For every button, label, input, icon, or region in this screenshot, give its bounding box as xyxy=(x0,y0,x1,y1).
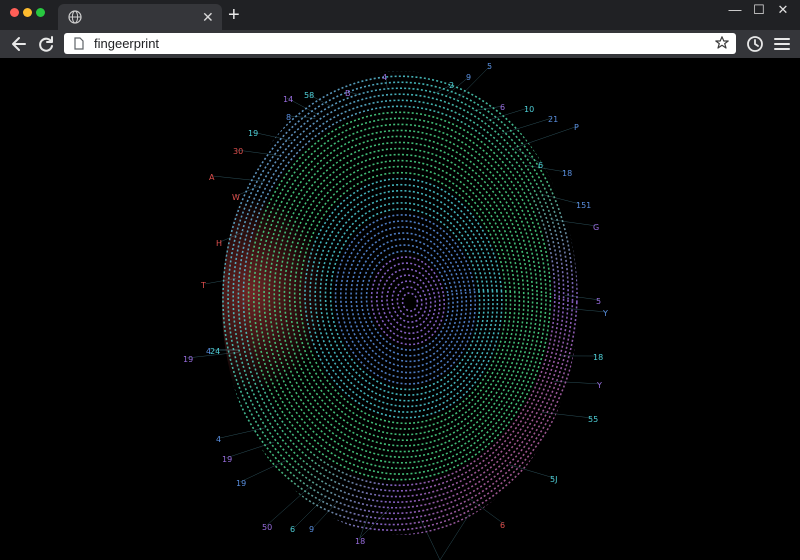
network-line xyxy=(293,495,327,529)
address-bar-text[interactable]: fingeerprint xyxy=(94,35,159,52)
network-line xyxy=(439,512,471,560)
minimize-button[interactable]: — xyxy=(725,2,745,18)
network-line xyxy=(348,91,360,95)
fingerprint-label: 8 xyxy=(286,113,291,122)
page-icon xyxy=(74,37,84,50)
hamburger-menu-icon[interactable] xyxy=(772,34,792,54)
browser-toolbar: fingeerprint xyxy=(0,30,800,58)
fingerprint-label: A xyxy=(209,173,215,182)
fingerprint-label: 6 xyxy=(500,103,505,112)
reload-icon[interactable] xyxy=(36,34,56,54)
network-line xyxy=(225,441,275,459)
maximize-button[interactable]: ☐ xyxy=(749,2,769,18)
close-window-button[interactable]: ✕ xyxy=(773,2,793,18)
browser-tab[interactable]: ✕ xyxy=(58,4,222,30)
network-line xyxy=(239,459,288,483)
fingerprint-label: 30 xyxy=(233,147,243,156)
fingerprint-label: 21 xyxy=(548,115,558,124)
network-line xyxy=(455,64,492,101)
address-bar[interactable]: fingeerprint xyxy=(64,33,736,54)
fingerprint-label: Y xyxy=(602,309,608,318)
fingerprint-label: 10 xyxy=(524,105,534,114)
globe-icon xyxy=(68,10,82,24)
fingerprint-label: 24 xyxy=(210,347,220,356)
star-icon[interactable] xyxy=(714,35,730,51)
close-icon[interactable]: ✕ xyxy=(202,9,214,25)
fingerprint-label: 5 xyxy=(487,62,492,71)
new-tab-button[interactable]: + xyxy=(228,4,240,26)
minimize-window-dot[interactable] xyxy=(23,8,32,17)
fingerprint-label: 14 xyxy=(283,95,293,104)
network-line xyxy=(501,117,553,134)
fingerprint-label: 50 xyxy=(262,523,272,532)
fingerprint-label: 55 xyxy=(588,415,598,424)
fingerprint-label: 4 xyxy=(206,347,211,356)
fingerprint-label: 6 xyxy=(538,161,543,170)
fingerprint-label: 18 xyxy=(562,169,572,178)
fingerprint-ridges xyxy=(222,71,578,535)
fingerprint-label: Y xyxy=(596,381,602,390)
fingerprint-label: T xyxy=(200,281,206,290)
close-window-dot[interactable] xyxy=(10,8,19,17)
title-bar: ✕ + — ☐ ✕ xyxy=(0,0,800,30)
fingerprint-label: 2 xyxy=(449,81,454,90)
fingerprint-label: 6 xyxy=(500,521,505,530)
network-line xyxy=(487,107,529,121)
fingerprint-label: 6 xyxy=(290,525,295,534)
fingerprint-label: 19 xyxy=(236,479,246,488)
fingerprint-label: G xyxy=(593,223,599,232)
fingerprint-label: H xyxy=(216,239,222,248)
fingerprint-label: 18 xyxy=(355,537,365,546)
fingerprint-label: 18 xyxy=(593,353,603,362)
fingerprint-label: B xyxy=(345,89,351,98)
fingerprint-label: P xyxy=(574,123,579,132)
network-line xyxy=(564,295,601,301)
fingerprint-label: 19 xyxy=(222,455,232,464)
fingerprint-label: 5 xyxy=(596,297,601,306)
zoom-window-dot[interactable] xyxy=(36,8,45,17)
fingerprint-label: 151 xyxy=(576,201,591,210)
fingerprint-label: 4 xyxy=(216,435,221,444)
page-content: 5 4 2 9 14 58 8 6 10 21 B 19 P 30 6 18 A W 151 G H T 5 24 Y 19 18 4… xyxy=(0,58,800,560)
fingerprint-label: 4 xyxy=(382,73,387,82)
fingerprint-label: 9 xyxy=(309,525,314,534)
network-line xyxy=(236,149,280,156)
fingerprint-label: 58 xyxy=(304,91,314,100)
history-clock-icon[interactable] xyxy=(745,34,765,54)
fingerprint-label: W xyxy=(232,193,240,202)
fingerprint-label: 5J xyxy=(550,475,557,484)
fingerprint-artwork: 5 4 2 9 14 58 8 6 10 21 B 19 P 30 6 18 A W 151 G H T 5 24 Y 19 18 4… xyxy=(183,62,608,560)
fingerprint-label: 9 xyxy=(466,73,471,82)
fingerprint-label: 19 xyxy=(183,355,193,364)
fingerprint-label: 19 xyxy=(248,129,258,138)
back-arrow-icon[interactable] xyxy=(9,34,29,54)
